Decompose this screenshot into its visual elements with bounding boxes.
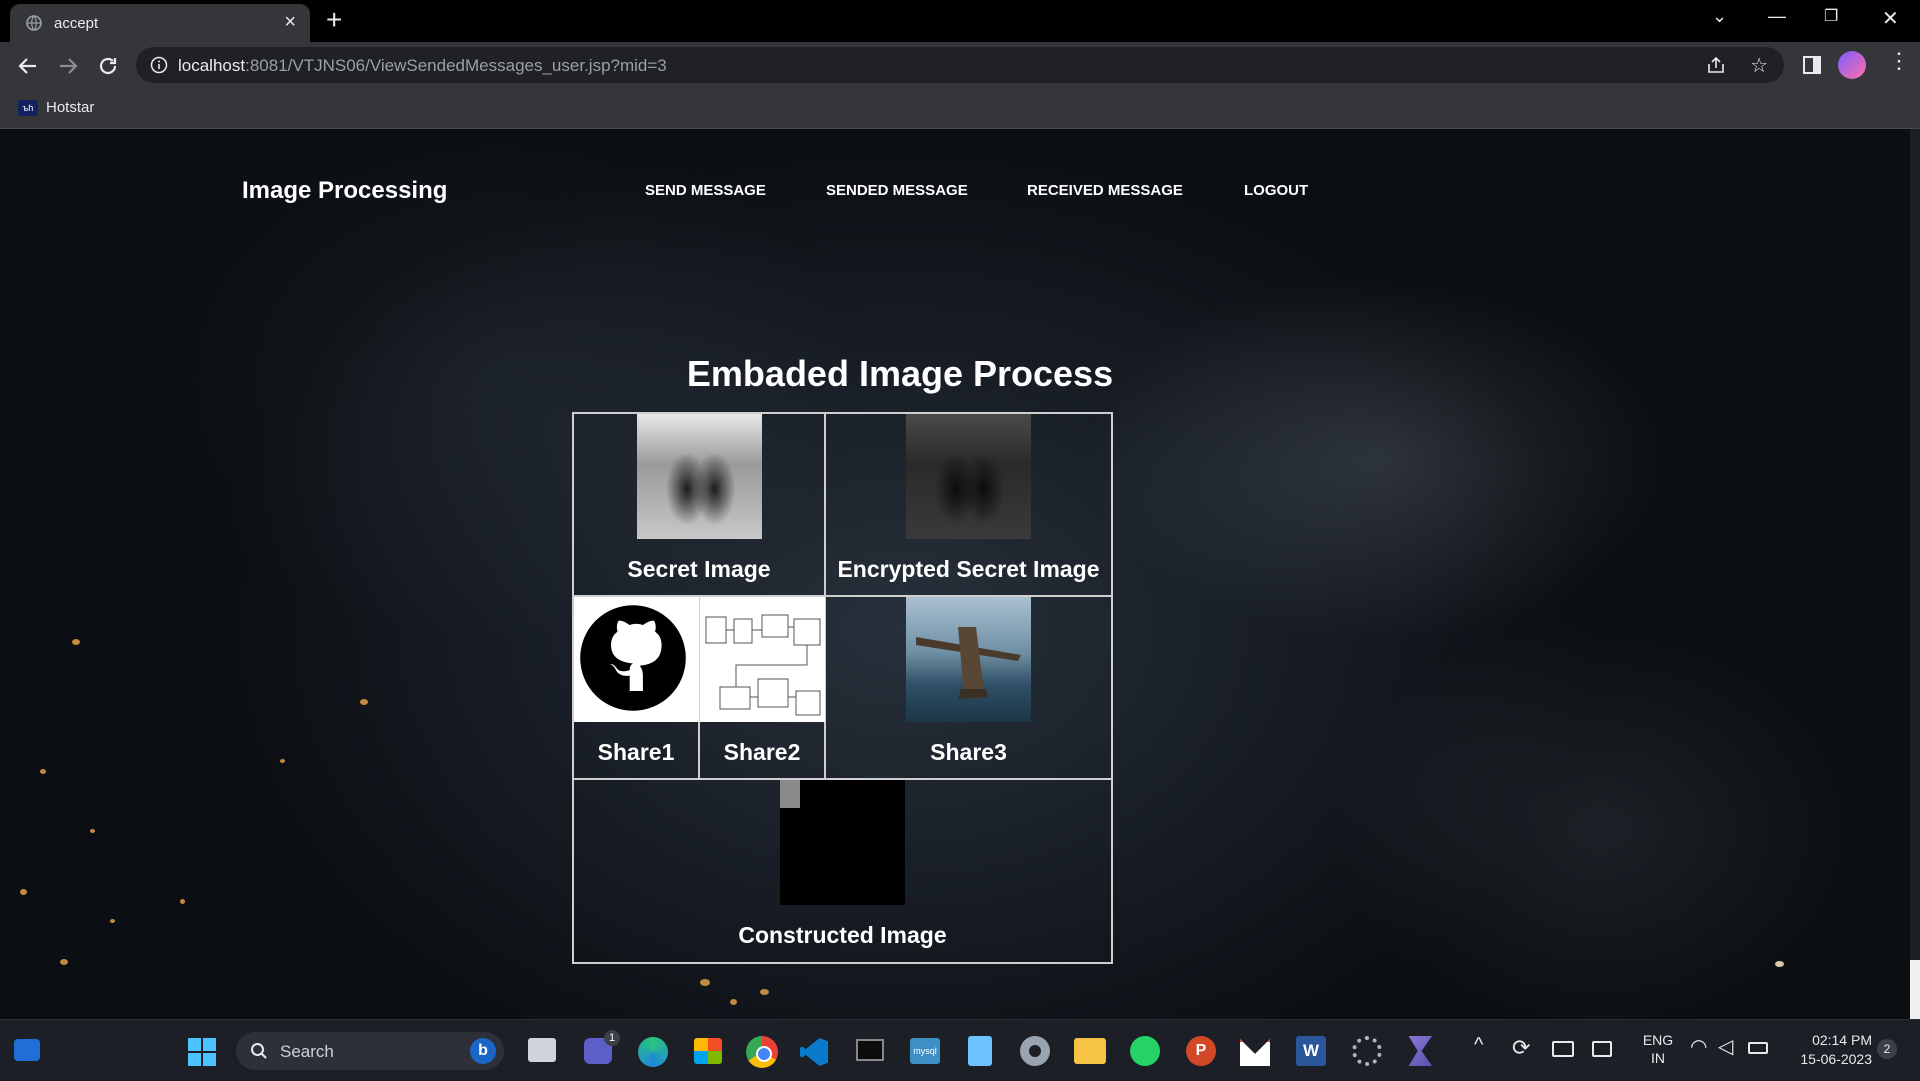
widgets-icon[interactable] (14, 1039, 40, 1061)
clock[interactable]: 02:14 PM 15-06-2023 (1782, 1031, 1872, 1069)
windows-taskbar: Search b 1 mysql P W ^ ⟳ ENG IN ◠ ◁ 02:1… (0, 1019, 1920, 1081)
globe-icon (26, 15, 42, 31)
share1-cell: Share1 (573, 596, 700, 779)
mysql-icon[interactable]: mysql (910, 1038, 940, 1064)
netbeans-icon[interactable] (1408, 1036, 1432, 1066)
page-scrollbar[interactable] (1910, 129, 1920, 1019)
chevron-up-icon[interactable]: ^ (1474, 1034, 1483, 1057)
github-logo-icon (580, 605, 686, 711)
share1-caption: Share1 (597, 739, 675, 765)
vscode-icon[interactable] (800, 1038, 828, 1066)
wifi-icon[interactable]: ◠ (1690, 1034, 1707, 1059)
encrypted-secret-image (906, 414, 1031, 539)
nav-sended-message[interactable]: SENDED MESSAGE (826, 182, 968, 199)
constructed-image-cell: Constructed Image (573, 779, 1112, 963)
reload-icon[interactable] (96, 54, 120, 78)
flow-diagram-graphic (705, 614, 821, 716)
sync-icon[interactable]: ⟳ (1512, 1035, 1530, 1061)
language-code: ENG (1642, 1032, 1674, 1048)
gear-app-icon[interactable] (1352, 1036, 1382, 1066)
secret-image-cell: Secret Image (573, 413, 825, 596)
page-title: Embaded Image Process (686, 353, 1114, 394)
gmail-icon[interactable] (1240, 1039, 1270, 1066)
site-logo[interactable]: Image Processing (242, 177, 447, 205)
close-tab-icon[interactable]: × (284, 12, 296, 32)
encrypted-image-cell: Encrypted Secret Image (825, 413, 1112, 596)
profile-avatar[interactable] (1838, 51, 1866, 79)
bookmark-star-icon[interactable]: ☆ (1750, 53, 1768, 78)
bookmark-label: Hotstar (46, 99, 95, 116)
whatsapp-icon[interactable] (1130, 1036, 1160, 1066)
tab-title: accept (54, 15, 99, 32)
secret-image (637, 414, 762, 539)
side-panel-icon[interactable] (1802, 55, 1822, 75)
browser-tab[interactable]: accept × (10, 4, 310, 42)
task-view-icon[interactable] (528, 1038, 556, 1062)
language-region: IN (1651, 1050, 1665, 1066)
scrollbar-thumb[interactable] (1910, 960, 1920, 1019)
constructed-image-fragment (780, 780, 800, 808)
aircraft-graphic (916, 627, 1021, 699)
volume-icon[interactable]: ◁ (1718, 1034, 1733, 1059)
share2-cell: Share2 (699, 596, 826, 779)
notification-badge[interactable]: 2 (1877, 1039, 1897, 1059)
word-icon[interactable]: W (1296, 1036, 1326, 1066)
store-icon[interactable] (694, 1038, 722, 1064)
nav-received-message[interactable]: RECEIVED MESSAGE (1027, 182, 1183, 199)
secret-image-caption: Secret Image (627, 556, 771, 582)
constructed-image (780, 780, 905, 905)
browser-tab-strip: accept × + ⌄ — ❐ ✕ (0, 0, 1920, 42)
url-text: localhost:8081/VTJNS06/ViewSendedMessage… (178, 56, 667, 75)
share1-image (574, 597, 700, 722)
bing-icon[interactable]: b (470, 1038, 496, 1064)
back-arrow-icon[interactable] (16, 54, 40, 78)
folder-icon[interactable] (1074, 1038, 1106, 1064)
minimize-button[interactable]: — (1768, 6, 1786, 27)
share3-image (906, 597, 1031, 722)
taskbar-search-box[interactable]: Search b (236, 1032, 504, 1070)
notepad-icon[interactable] (968, 1036, 992, 1066)
start-icon[interactable] (188, 1038, 216, 1066)
teams-badge: 1 (604, 1030, 620, 1046)
battery-icon[interactable] (1748, 1042, 1768, 1054)
language-indicator[interactable]: ENG IN (1636, 1031, 1680, 1067)
share2-caption: Share2 (723, 739, 801, 765)
settings-icon[interactable] (1020, 1036, 1050, 1066)
image-process-table: Secret Image Encrypted Secret Image Shar… (572, 412, 1113, 964)
search-icon (251, 1043, 267, 1059)
web-page: Image Processing SEND MESSAGE SENDED MES… (0, 129, 1910, 1019)
nav-logout[interactable]: LOGOUT (1244, 182, 1308, 199)
share3-caption: Share3 (930, 739, 1007, 765)
restore-button[interactable]: ❐ (1824, 6, 1838, 26)
share2-image (700, 597, 826, 722)
close-window-button[interactable]: ✕ (1882, 6, 1899, 31)
display-icon[interactable] (1592, 1041, 1612, 1057)
new-tab-button[interactable]: + (326, 6, 342, 34)
hotstar-icon: ъh (18, 100, 38, 116)
chrome-icon[interactable] (746, 1036, 778, 1068)
keyboard-icon[interactable] (1552, 1041, 1574, 1057)
share3-cell: Share3 (825, 596, 1112, 779)
clock-time: 02:14 PM (1812, 1032, 1872, 1048)
forward-arrow-icon[interactable] (56, 54, 80, 78)
encrypted-image-caption: Encrypted Secret Image (837, 556, 1100, 582)
terminal-icon[interactable] (856, 1039, 884, 1061)
constructed-image-caption: Constructed Image (738, 922, 947, 948)
search-placeholder: Search (280, 1042, 334, 1061)
address-bar[interactable]: localhost:8081/VTJNS06/ViewSendedMessage… (136, 47, 1784, 83)
share-icon[interactable] (1706, 55, 1726, 75)
edge-icon[interactable] (638, 1037, 668, 1067)
powerpoint-icon[interactable]: P (1186, 1036, 1216, 1066)
tab-search-icon[interactable]: ⌄ (1712, 6, 1727, 27)
browser-toolbar: localhost:8081/VTJNS06/ViewSendedMessage… (0, 42, 1920, 88)
menu-kebab-icon[interactable]: ⋮ (1888, 48, 1910, 74)
teams-icon[interactable]: 1 (584, 1030, 620, 1064)
nav-send-message[interactable]: SEND MESSAGE (645, 182, 766, 199)
site-info-icon[interactable] (150, 56, 168, 74)
clock-date: 15-06-2023 (1800, 1051, 1872, 1067)
bookmarks-bar: ъh Hotstar (0, 88, 1920, 129)
